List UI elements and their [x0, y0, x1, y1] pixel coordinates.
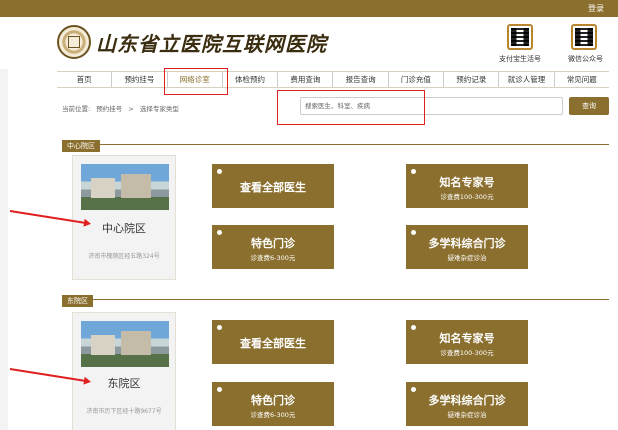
section-header-central: 中心院区 [62, 133, 609, 152]
button-subtitle: 疑难杂症诊治 [447, 411, 487, 419]
bullet-icon [217, 325, 222, 330]
button-title: 多学科综合门诊 [428, 394, 506, 407]
view-all-doctors-button[interactable]: 查看全部医生 [212, 164, 334, 208]
special-clinic-button[interactable]: 特色门诊 诊查费6-300元 [212, 382, 334, 426]
bullet-icon [411, 325, 416, 330]
nav-faq[interactable]: 常见问题 [555, 72, 609, 87]
nav-recharge[interactable]: 门诊充值 [389, 72, 445, 87]
campus-photo [81, 321, 169, 367]
breadcrumb-prefix: 当前位置: [62, 105, 91, 113]
alipay-qr-icon [507, 24, 533, 50]
campus-photo [81, 164, 169, 210]
section-label: 中心院区 [62, 140, 100, 152]
special-clinic-button[interactable]: 特色门诊 诊查费6-300元 [212, 225, 334, 269]
nav-report-query[interactable]: 报告查询 [333, 72, 389, 87]
button-title: 查看全部医生 [240, 181, 306, 194]
button-title: 知名专家号 [439, 332, 495, 345]
bullet-icon [217, 169, 222, 174]
famous-expert-button[interactable]: 知名专家号 诊查费100-300元 [406, 164, 528, 208]
button-subtitle: 诊查费6-300元 [250, 411, 296, 419]
button-title: 知名专家号 [439, 176, 495, 189]
annotation-box-nav [164, 68, 228, 95]
bullet-icon [411, 230, 416, 235]
wechat-qr-label: 微信公众号 [568, 55, 603, 63]
annotation-box-search [277, 90, 425, 125]
breadcrumb-level1[interactable]: 预约挂号 [96, 105, 122, 113]
main-nav: 首页 预约挂号 网络诊室 体检预约 费用查询 报告查询 门诊充值 预约记录 就诊… [57, 71, 609, 88]
breadcrumb-separator: > [128, 105, 134, 113]
section-label: 东院区 [62, 295, 93, 307]
site-header: 山东省立医院互联网医院 支付宝生活号 微信公众号 [0, 17, 618, 69]
button-subtitle: 疑难杂症诊治 [447, 254, 487, 262]
nav-patient-management[interactable]: 就诊人管理 [499, 72, 555, 87]
wechat-qr-icon [571, 24, 597, 50]
campus-card-east[interactable]: 东院区 济南市历下区经十路9677号 [72, 312, 176, 430]
section-header-east: 东院区 [62, 288, 609, 307]
breadcrumb-level2: 选择专家类型 [139, 105, 179, 113]
campus-card-central[interactable]: 中心院区 济南市槐荫区经五路324号 [72, 155, 176, 280]
nav-appointment[interactable]: 预约挂号 [112, 72, 168, 87]
bullet-icon [217, 230, 222, 235]
nav-fee-query[interactable]: 费用查询 [278, 72, 334, 87]
button-subtitle: 诊查费100-300元 [440, 349, 494, 357]
campus-address: 济南市历下区经十路9677号 [86, 408, 162, 415]
alipay-qr-label: 支付宝生活号 [499, 55, 541, 63]
famous-expert-button[interactable]: 知名专家号 诊查费100-300元 [406, 320, 528, 364]
button-title: 特色门诊 [251, 237, 295, 250]
button-title: 多学科综合门诊 [428, 237, 506, 250]
nav-appointment-records[interactable]: 预约记录 [444, 72, 500, 87]
hospital-title: 山东省立医院互联网医院 [96, 32, 327, 56]
bullet-icon [411, 387, 416, 392]
hospital-logo-icon [57, 25, 91, 59]
multidisciplinary-clinic-button[interactable]: 多学科综合门诊 疑难杂症诊治 [406, 225, 528, 269]
breadcrumb: 当前位置: 预约挂号 > 选择专家类型 [62, 103, 183, 113]
button-subtitle: 诊查费6-300元 [250, 254, 296, 262]
search-button[interactable]: 查询 [569, 97, 609, 115]
button-title: 特色门诊 [251, 394, 295, 407]
view-all-doctors-button[interactable]: 查看全部医生 [212, 320, 334, 364]
top-bar: 登录 [0, 0, 618, 17]
login-link[interactable]: 登录 [588, 3, 604, 14]
bullet-icon [411, 169, 416, 174]
bullet-icon [217, 387, 222, 392]
campus-address: 济南市槐荫区经五路324号 [88, 253, 160, 260]
nav-checkup[interactable]: 体检预约 [223, 72, 279, 87]
left-gutter [0, 17, 8, 430]
button-subtitle: 诊查费100-300元 [440, 193, 494, 201]
button-title: 查看全部医生 [240, 337, 306, 350]
nav-home[interactable]: 首页 [57, 72, 113, 87]
multidisciplinary-clinic-button[interactable]: 多学科综合门诊 疑难杂症诊治 [406, 382, 528, 426]
